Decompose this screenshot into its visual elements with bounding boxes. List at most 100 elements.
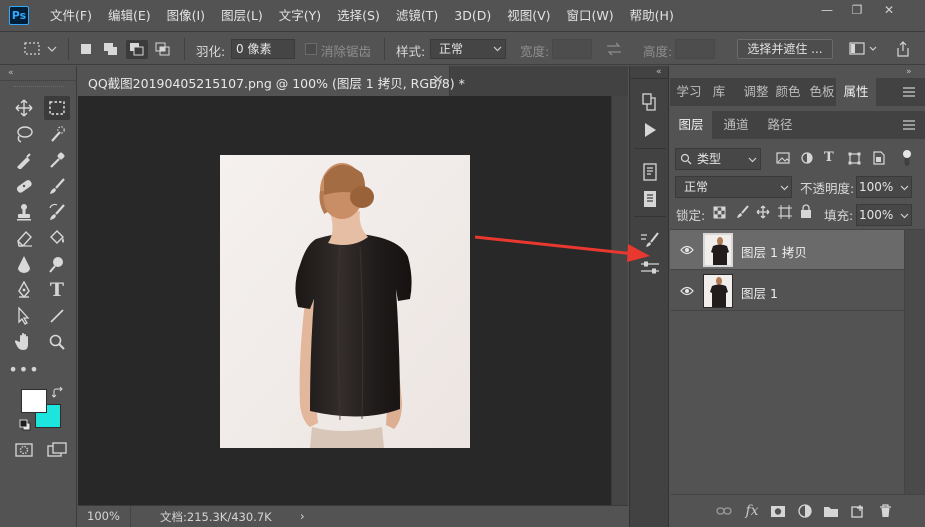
hand-tool[interactable] [11, 330, 37, 354]
notes-panel-button[interactable] [638, 187, 662, 211]
type-tool[interactable]: T [44, 278, 70, 302]
menu-type[interactable]: 文字(Y) [271, 0, 329, 32]
new-group-button[interactable] [823, 503, 839, 519]
visibility-eye-icon[interactable] [680, 285, 694, 297]
workspace-button[interactable] [849, 42, 879, 56]
menu-select[interactable]: 选择(S) [329, 0, 388, 32]
blend-mode-select[interactable]: 正常 [675, 176, 792, 198]
panel-menu-button[interactable] [903, 87, 915, 97]
tab-color[interactable]: 颜色 [774, 78, 802, 106]
link-layers-button[interactable] [716, 503, 732, 519]
menu-image[interactable]: 图像(I) [159, 0, 213, 32]
filter-shape-button[interactable] [848, 152, 861, 165]
collapse-toolbar-icon[interactable]: « [8, 68, 14, 78]
eraser-tool[interactable] [11, 226, 37, 250]
add-selection-button[interactable] [102, 41, 120, 57]
layer-style-button[interactable]: fx [744, 503, 760, 519]
lock-artboard-button[interactable] [778, 205, 792, 219]
line-tool[interactable] [44, 304, 70, 328]
restore-button[interactable]: ❐ [846, 3, 868, 19]
eyedropper-tool[interactable] [44, 148, 70, 172]
fill-input[interactable]: 100% [856, 204, 912, 226]
menu-filter[interactable]: 滤镜(T) [388, 0, 446, 32]
filter-smart-object-button[interactable] [873, 151, 885, 165]
image-canvas[interactable] [220, 155, 470, 448]
feather-input[interactable]: 0 像素 [231, 39, 295, 59]
move-tool[interactable] [11, 96, 37, 120]
tool-preset-picker[interactable] [22, 40, 62, 58]
close-button[interactable]: ✕ [878, 3, 900, 19]
menu-edit[interactable]: 编辑(E) [100, 0, 159, 32]
tab-learn[interactable]: 学习 [676, 78, 702, 106]
menu-file[interactable]: 文件(F) [42, 0, 100, 32]
select-and-mask-button[interactable]: 选择并遮住 ... [737, 39, 833, 59]
layer-row[interactable]: 图层 1 [670, 271, 904, 311]
share-button[interactable] [895, 40, 911, 58]
rect-marquee-tool[interactable] [44, 96, 70, 120]
history-panel-button[interactable] [638, 90, 662, 114]
lasso-tool[interactable] [11, 122, 37, 146]
tab-paths[interactable]: 路径 [762, 111, 798, 139]
filter-adjustment-button[interactable] [801, 152, 813, 164]
brush-settings-button[interactable] [638, 228, 662, 252]
default-colors-button[interactable] [19, 419, 31, 431]
filter-type-button[interactable]: T [824, 150, 838, 165]
layers-menu-button[interactable] [903, 120, 915, 130]
antialias-checkbox[interactable] [305, 43, 317, 55]
actions-panel-button[interactable] [638, 118, 662, 142]
document-tab[interactable]: QQ截图20190405215107.png @ 100% (图层 1 拷贝, … [78, 66, 465, 96]
menu-3d[interactable]: 3D(D) [446, 0, 499, 32]
edit-toolbar-button[interactable]: ••• [8, 357, 38, 381]
blur-tool[interactable] [11, 252, 37, 276]
add-mask-button[interactable] [770, 503, 786, 519]
new-adjustment-layer-button[interactable] [797, 503, 813, 519]
filter-pixel-button[interactable] [776, 152, 790, 164]
path-selection-tool[interactable] [11, 304, 37, 328]
opacity-input[interactable]: 100% [856, 176, 912, 198]
menu-layer[interactable]: 图层(L) [213, 0, 271, 32]
dodge-tool[interactable] [44, 252, 70, 276]
subtract-selection-button[interactable] [126, 40, 148, 59]
collapse-panels-icon[interactable]: » [906, 67, 912, 77]
menu-view[interactable]: 视图(V) [499, 0, 558, 32]
filter-toggle-switch[interactable] [902, 148, 912, 168]
pen-tool[interactable] [11, 278, 37, 302]
history-brush-tool[interactable] [44, 200, 70, 224]
visibility-eye-icon[interactable] [680, 244, 694, 256]
quick-selection-tool[interactable] [44, 122, 70, 146]
tab-properties[interactable]: 属性 [836, 78, 876, 106]
minimize-button[interactable]: — [816, 3, 838, 19]
width-input[interactable] [552, 39, 592, 59]
properties-panel-button[interactable] [638, 160, 662, 184]
layers-scrollbar[interactable] [904, 230, 925, 495]
zoom-tool[interactable] [44, 330, 70, 354]
lock-transparent-button[interactable] [713, 206, 726, 219]
close-document-button[interactable]: × [432, 72, 444, 88]
foreground-color-swatch[interactable] [21, 389, 47, 413]
vertical-scrollbar[interactable] [611, 96, 628, 505]
height-input[interactable] [675, 39, 715, 59]
zoom-level[interactable]: 100% [87, 509, 120, 523]
crop-tool[interactable] [11, 148, 37, 172]
tab-adjustments[interactable]: 调整 [742, 78, 770, 106]
menu-help[interactable]: 帮助(H) [622, 0, 682, 32]
brush-tool[interactable] [44, 174, 70, 198]
delete-layer-button[interactable] [877, 503, 893, 519]
canvas-area[interactable] [78, 96, 611, 505]
paint-bucket-tool[interactable] [44, 226, 70, 250]
new-selection-button[interactable] [78, 41, 94, 57]
lock-pixels-button[interactable] [735, 205, 749, 219]
layer-row[interactable]: 图层 1 拷贝 [670, 230, 904, 270]
adjustments-presets-button[interactable] [638, 256, 662, 280]
tab-swatches[interactable]: 色板 [808, 78, 836, 106]
menu-window[interactable]: 窗口(W) [559, 0, 622, 32]
lock-position-button[interactable] [756, 205, 770, 219]
tab-layers[interactable]: 图层 [670, 111, 712, 139]
layer-filter-select[interactable]: 类型 [675, 148, 761, 170]
expand-dock-icon[interactable]: « [656, 67, 662, 77]
clone-stamp-tool[interactable] [11, 200, 37, 224]
style-select[interactable]: 正常 [430, 39, 506, 59]
lock-all-button[interactable] [800, 204, 812, 219]
tab-channels[interactable]: 通道 [718, 111, 754, 139]
status-menu-arrow[interactable]: › [300, 509, 305, 523]
